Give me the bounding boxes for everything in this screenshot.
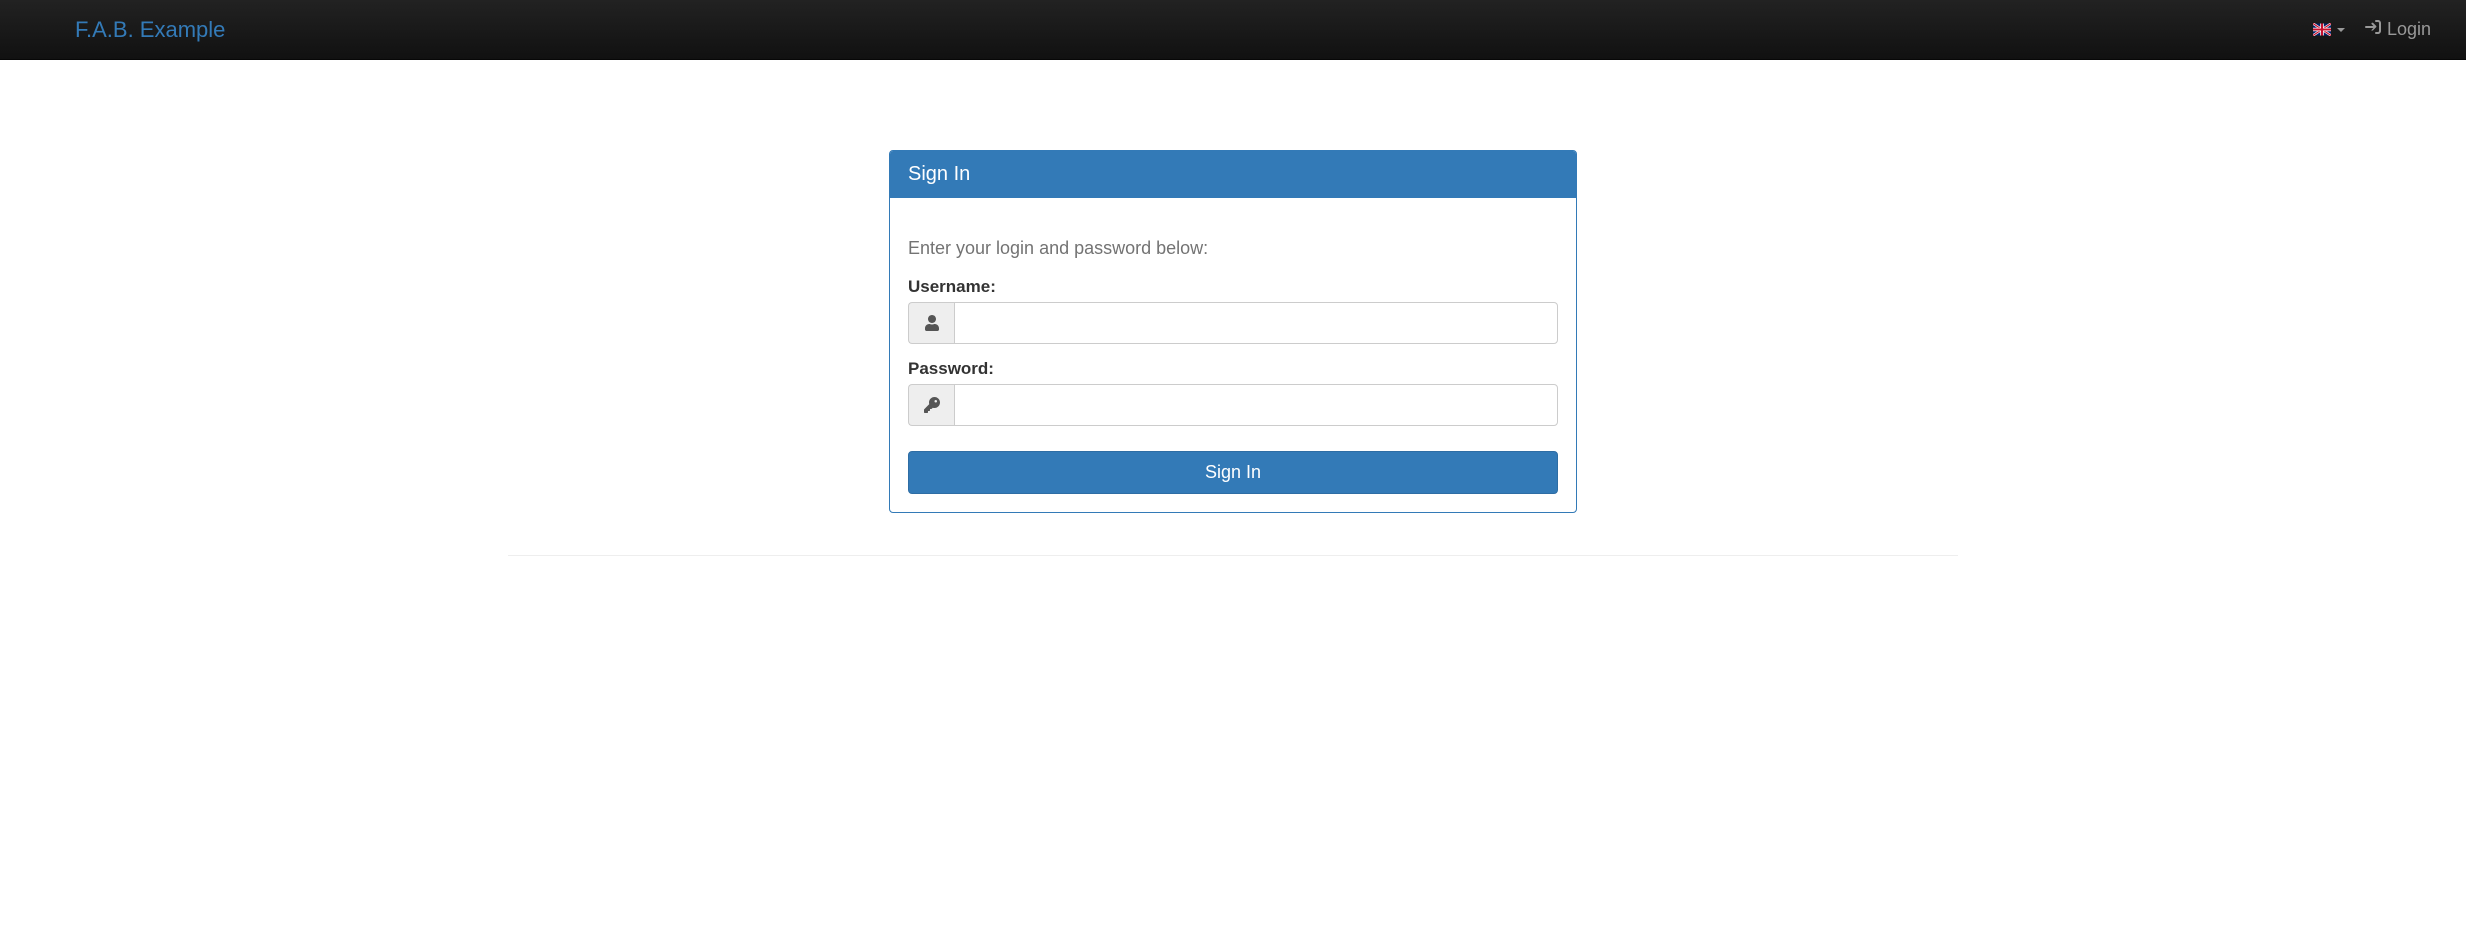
panel-wrapper: Sign In Enter your login and password be… <box>508 150 1958 513</box>
chevron-down-icon <box>2337 28 2345 32</box>
password-input-group <box>908 384 1558 426</box>
sign-in-icon <box>2365 19 2381 40</box>
panel-body: Enter your login and password below: Use… <box>890 198 1576 512</box>
password-input[interactable] <box>954 384 1558 426</box>
signin-button[interactable]: Sign In <box>908 451 1558 494</box>
panel-title: Sign In <box>890 151 1576 198</box>
password-label: Password: <box>908 359 1558 379</box>
help-text: Enter your login and password below: <box>908 238 1558 259</box>
brand-link[interactable]: F.A.B. Example <box>20 2 240 58</box>
navbar: F.A.B. Example Login <box>0 0 2466 60</box>
key-icon <box>908 384 954 426</box>
username-label: Username: <box>908 277 1558 297</box>
signin-panel: Sign In Enter your login and password be… <box>889 150 1577 513</box>
password-group: Password: <box>908 359 1558 426</box>
username-group: Username: <box>908 277 1558 344</box>
language-selector[interactable] <box>2313 23 2345 36</box>
login-link-label: Login <box>2387 19 2431 40</box>
footer-divider <box>508 555 1958 556</box>
main-container: Sign In Enter your login and password be… <box>493 150 1973 556</box>
navbar-right: Login <box>2313 19 2446 40</box>
user-icon <box>908 302 954 344</box>
username-input[interactable] <box>954 302 1558 344</box>
username-input-group <box>908 302 1558 344</box>
login-link[interactable]: Login <box>2365 19 2431 40</box>
uk-flag-icon <box>2313 23 2331 36</box>
